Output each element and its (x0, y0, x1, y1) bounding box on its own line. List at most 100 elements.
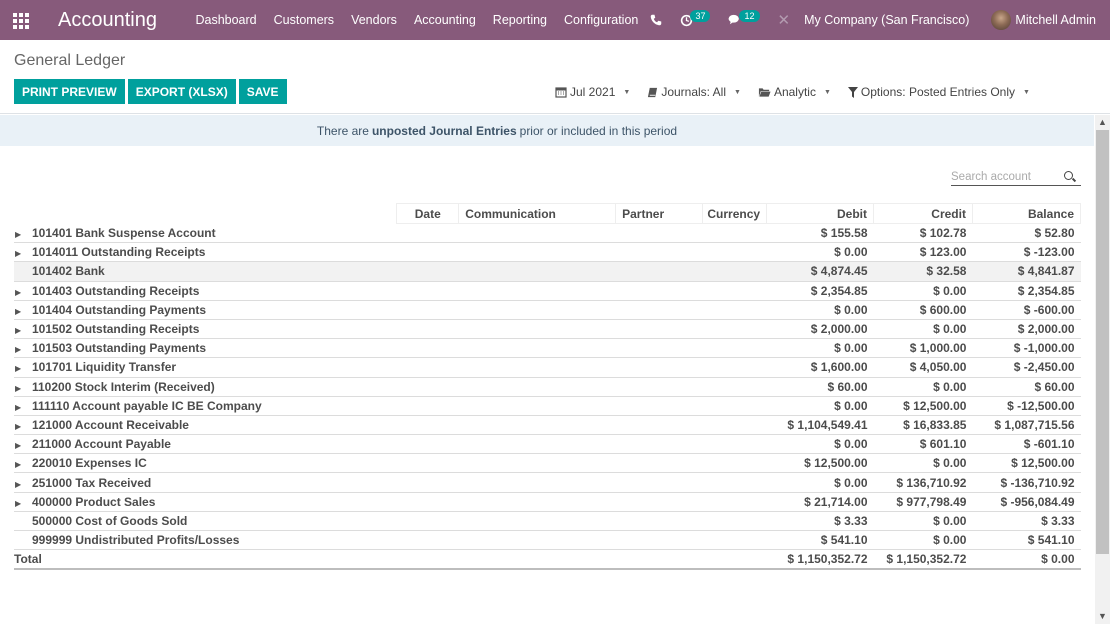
date-cell (396, 472, 459, 493)
ledger-row[interactable]: ▶ 1014011 Outstanding Receipts $ 0.00 $ 123… (14, 242, 1081, 263)
phone-icon[interactable] (650, 14, 662, 26)
date-filter[interactable]: Jul 2021 ▼ (555, 85, 630, 99)
total-row: Total $ 1,150,352.72 $ 1,150,352.72 $ 0.00 (14, 549, 1081, 570)
account-cell[interactable]: ▶ 121000 Account Receivable (14, 415, 397, 436)
partner-cell (615, 453, 703, 474)
apps-menu-icon[interactable] (13, 13, 31, 29)
activity-button[interactable]: 37 (680, 10, 711, 27)
balance-cell: $ 60.00 (972, 377, 1081, 397)
debit-cell: $ 1,104,549.41 (766, 415, 874, 436)
header-date: Date (396, 203, 460, 224)
company-switcher[interactable]: My Company (San Francisco) (804, 13, 969, 27)
ledger-row[interactable]: ▶ 121000 Account Receivable $ 1,104,549.41… (14, 415, 1081, 436)
debit-cell: $ 0.00 (766, 472, 874, 493)
partner-cell (615, 338, 703, 359)
expand-caret-icon[interactable]: ▶ (14, 403, 32, 412)
alert-suffix: prior or included in this period (519, 123, 678, 138)
expand-caret-icon[interactable]: ▶ (14, 364, 32, 373)
account-cell[interactable]: ▶ 400000 Product Sales (14, 492, 397, 512)
account-cell[interactable]: ▶ 101404 Outstanding Payments (14, 300, 397, 320)
account-name: 211000 Account Payable (32, 437, 171, 452)
currency-cell (702, 492, 767, 512)
ledger-row[interactable]: ▶ 251000 Tax Received $ 0.00 $ 136,710.92 $ … (14, 472, 1081, 493)
account-cell[interactable]: ▶ 111110 Account payable IC BE Company (14, 396, 397, 416)
caret-down-icon: ▼ (734, 88, 741, 96)
expand-caret-icon[interactable]: ▶ (14, 326, 32, 335)
expand-caret-icon[interactable]: ▶ (14, 384, 32, 393)
account-cell: ▶101402 Bank (14, 261, 397, 282)
menu-vendors[interactable]: Vendors (343, 13, 406, 27)
expand-caret-icon[interactable]: ▶ (14, 480, 32, 489)
credit-cell: $ 0.00 (873, 319, 973, 340)
menu-reporting[interactable]: Reporting (484, 13, 555, 27)
menu-configuration[interactable]: Configuration (556, 13, 647, 27)
currency-cell (702, 319, 767, 340)
app-title[interactable]: Accounting (58, 9, 157, 32)
ledger-row[interactable]: ▶ 220010 Expenses IC $ 12,500.00 $ 0.00 $ 12… (14, 453, 1081, 474)
debug-close-icon[interactable]: ✕ (778, 11, 791, 29)
balance-cell: $ 2,000.00 (972, 319, 1081, 340)
ledger-row[interactable]: ▶ 400000 Product Sales $ 21,714.00 $ 977,79… (14, 492, 1081, 512)
account-cell: ▶500000 Cost of Goods Sold (14, 511, 397, 532)
scrollbar-thumb[interactable] (1096, 130, 1109, 554)
expand-caret-icon[interactable]: ▶ (14, 499, 32, 508)
credit-cell: $ 12,500.00 (873, 396, 973, 416)
currency-cell (702, 415, 767, 436)
debit-cell: $ 3.33 (766, 511, 874, 532)
search-icon[interactable] (1063, 170, 1077, 184)
balance-cell: $ -12,500.00 (972, 396, 1081, 416)
account-cell[interactable]: ▶ 101503 Outstanding Payments (14, 338, 397, 359)
ledger-row[interactable]: ▶ 101503 Outstanding Payments $ 0.00 $ 1,00… (14, 338, 1081, 359)
expand-caret-icon[interactable]: ▶ (14, 460, 32, 469)
menu-dashboard[interactable]: Dashboard (187, 13, 265, 27)
account-name: 121000 Account Receivable (32, 417, 189, 432)
expand-caret-icon[interactable]: ▶ (14, 288, 32, 297)
communication-cell (458, 223, 616, 244)
alert-link-unposted[interactable]: unposted Journal Entries (372, 124, 517, 138)
expand-caret-icon[interactable]: ▶ (14, 230, 32, 239)
account-cell[interactable]: ▶ 211000 Account Payable (14, 434, 397, 455)
scroll-down-arrow-icon[interactable]: ▼ (1095, 609, 1110, 624)
expand-caret-icon[interactable]: ▶ (14, 441, 32, 450)
debit-cell: $ 541.10 (766, 530, 874, 551)
ledger-row[interactable]: ▶ 101401 Bank Suspense Account $ 155.58 $ 1… (14, 223, 1081, 244)
menu-customers[interactable]: Customers (265, 13, 342, 27)
ledger-row[interactable]: ▶ 211000 Account Payable $ 0.00 $ 601.10 $ -… (14, 434, 1081, 455)
scroll-up-arrow-icon[interactable]: ▲ (1095, 115, 1110, 130)
messages-button[interactable]: 12 (728, 10, 760, 26)
expand-caret-icon[interactable]: ▶ (14, 307, 32, 316)
ledger-row[interactable]: ▶ 101701 Liquidity Transfer $ 1,600.00 $ 4,… (14, 357, 1081, 378)
account-cell[interactable]: ▶ 1014011 Outstanding Receipts (14, 242, 397, 263)
analytic-filter[interactable]: Analytic ▼ (758, 85, 831, 99)
expand-caret-icon[interactable]: ▶ (14, 422, 32, 431)
ledger-row[interactable]: ▶ 110200 Stock Interim (Received) $ 60.00 $… (14, 377, 1081, 397)
vertical-scrollbar[interactable]: ▲ ▼ (1095, 115, 1110, 624)
header-partner: Partner (615, 203, 704, 224)
date-cell (396, 377, 459, 397)
search-account-input[interactable] (951, 170, 1059, 183)
expand-caret-icon[interactable]: ▶ (14, 345, 32, 354)
menu-accounting[interactable]: Accounting (405, 13, 484, 27)
account-cell[interactable]: ▶ 220010 Expenses IC (14, 453, 397, 474)
partner-cell (615, 530, 703, 551)
print-preview-button[interactable]: PRINT PREVIEW (14, 79, 125, 104)
currency-cell (702, 281, 767, 301)
save-button[interactable]: SAVE (238, 79, 287, 104)
export-xlsx-button[interactable]: EXPORT (XLSX) (127, 79, 236, 104)
account-cell[interactable]: ▶ 110200 Stock Interim (Received) (14, 377, 397, 397)
user-avatar[interactable] (991, 10, 1012, 30)
ledger-row[interactable]: ▶ 111110 Account payable IC BE Company $ 0… (14, 396, 1081, 416)
journals-filter[interactable]: Journals: All ▼ (647, 85, 741, 99)
user-menu[interactable]: Mitchell Admin (1015, 13, 1096, 27)
account-cell[interactable]: ▶ 101401 Bank Suspense Account (14, 223, 397, 244)
ledger-row[interactable]: ▶ 101403 Outstanding Receipts $ 2,354.85 $ … (14, 281, 1081, 301)
ledger-row[interactable]: ▶ 101404 Outstanding Payments $ 0.00 $ 600.… (14, 300, 1081, 320)
account-cell[interactable]: ▶ 101502 Outstanding Receipts (14, 319, 397, 340)
account-cell[interactable]: ▶ 101403 Outstanding Receipts (14, 281, 397, 301)
expand-caret-icon[interactable]: ▶ (14, 249, 32, 258)
ledger-row[interactable]: ▶ 101502 Outstanding Receipts $ 2,000.00 $ … (14, 319, 1081, 340)
account-cell[interactable]: ▶ 251000 Tax Received (14, 472, 397, 493)
options-filter[interactable]: Options: Posted Entries Only ▼ (847, 85, 1030, 99)
credit-cell: $ 1,000.00 (873, 338, 973, 359)
account-cell[interactable]: ▶ 101701 Liquidity Transfer (14, 357, 397, 378)
